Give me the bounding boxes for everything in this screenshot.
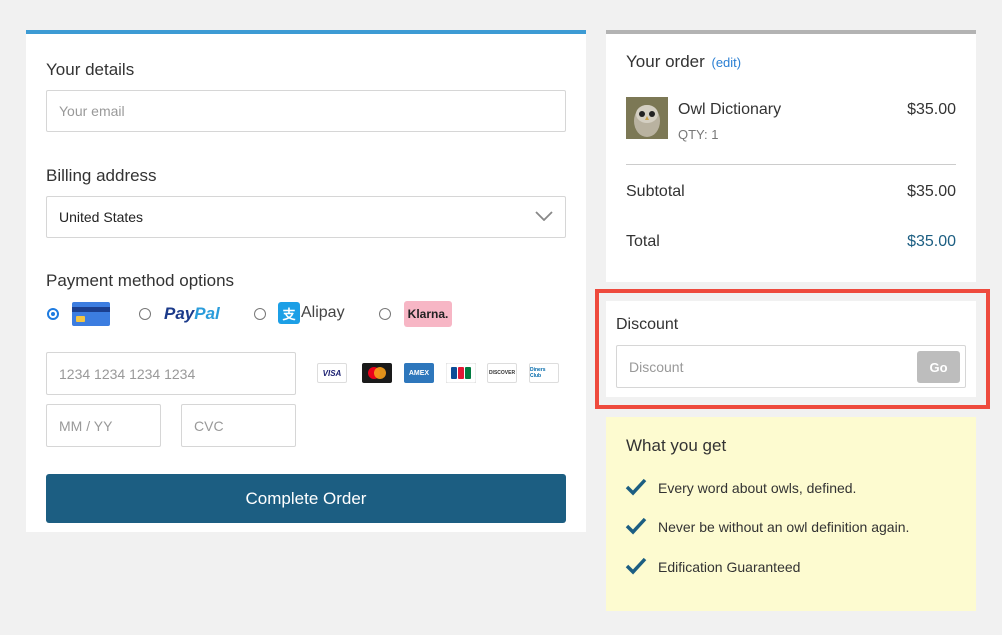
card-number-input[interactable]: 1234 1234 1234 1234 xyxy=(46,352,296,395)
country-select-value: United States xyxy=(59,209,144,225)
billing-address-heading: Billing address xyxy=(46,166,157,185)
product-qty: QTY: 1 xyxy=(678,127,719,142)
diners-club-logo: Diners Club xyxy=(529,363,559,383)
product-name: Owl Dictionary xyxy=(678,101,782,118)
paypal-logo-pal: Pal xyxy=(194,304,220,323)
cvc-input[interactable]: CVC xyxy=(181,404,296,447)
email-placeholder: Your email xyxy=(59,103,125,119)
check-icon xyxy=(625,517,647,535)
klarna-logo: Klarna. xyxy=(404,301,452,327)
amex-logo: AMEX xyxy=(404,363,434,383)
benefits-panel: What you get Every word about owls, defi… xyxy=(606,417,976,611)
discover-logo: DISCOVER xyxy=(487,363,517,383)
complete-order-button[interactable]: Complete Order xyxy=(46,474,566,523)
subtotal-value: $35.00 xyxy=(907,183,956,200)
total-label: Total xyxy=(626,233,660,250)
check-icon xyxy=(625,557,647,575)
alipay-label: Alipay xyxy=(301,304,345,321)
mastercard-logo xyxy=(362,363,392,383)
owl-product-image xyxy=(626,97,668,139)
cvc-placeholder: CVC xyxy=(194,417,224,434)
email-input[interactable]: Your email xyxy=(46,90,566,132)
total-value: $35.00 xyxy=(907,233,956,250)
subtotal-label: Subtotal xyxy=(626,183,685,200)
chevron-down-icon xyxy=(535,211,553,221)
benefit-item: Never be without an owl definition again… xyxy=(658,519,910,535)
product-price: $35.00 xyxy=(907,101,956,118)
discount-highlight-box xyxy=(595,289,990,409)
paypal-logo-pay: Pay xyxy=(164,304,195,323)
payment-methods-heading: Payment method options xyxy=(46,271,235,290)
alipay-icon: 支 xyxy=(278,302,300,324)
visa-logo: VISA xyxy=(317,363,347,383)
credit-card-icon xyxy=(72,302,110,326)
benefit-item: Every word about owls, defined. xyxy=(658,480,857,496)
your-details-heading: Your details xyxy=(46,60,135,79)
benefits-heading: What you get xyxy=(626,436,727,455)
radio-paypal[interactable] xyxy=(139,308,151,320)
radio-card[interactable] xyxy=(47,308,59,320)
jcb-logo xyxy=(446,363,476,383)
order-edit-link[interactable]: (edit) xyxy=(712,55,742,70)
radio-alipay[interactable] xyxy=(254,308,266,320)
expiry-input[interactable]: MM / YY xyxy=(46,404,161,447)
order-heading: Your order (edit) xyxy=(626,52,741,72)
checkout-form-panel: Your details Your email Billing address … xyxy=(26,30,586,532)
card-number-placeholder: 1234 1234 1234 1234 xyxy=(59,365,196,382)
order-title: Your order xyxy=(626,52,705,71)
expiry-placeholder: MM / YY xyxy=(59,417,113,434)
order-divider xyxy=(626,164,956,165)
radio-klarna[interactable] xyxy=(379,308,391,320)
check-icon xyxy=(625,478,647,496)
country-select[interactable]: United States xyxy=(46,196,566,238)
paypal-logo: PayPal xyxy=(164,304,220,324)
benefit-item: Edification Guaranteed xyxy=(658,559,801,575)
order-summary-panel: Your order (edit) Owl Dictionary QTY: 1 … xyxy=(606,30,976,282)
